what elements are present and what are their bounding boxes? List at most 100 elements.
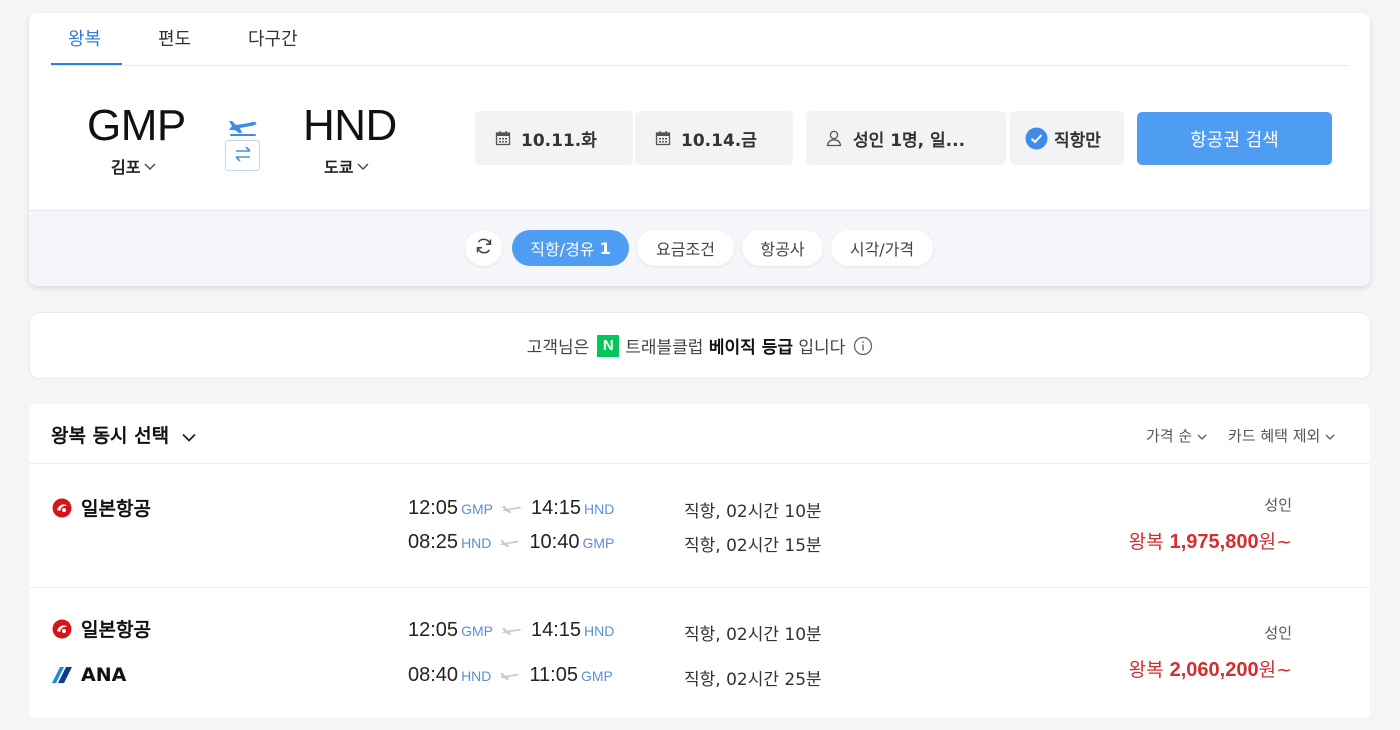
- card-benefit-label: 카드 혜택 제외: [1228, 427, 1321, 445]
- flight-arrow-icon: [499, 670, 521, 682]
- flight-arrow-icon: [501, 625, 523, 637]
- filter-direct-stopover[interactable]: 직항/경유 1: [512, 230, 629, 266]
- calendar-icon: [655, 130, 671, 146]
- chevron-down-icon: [144, 156, 156, 175]
- arrival-time: 14:15: [530, 619, 582, 641]
- outbound-leg: 12:05 GMP 14:15 HND: [408, 619, 614, 642]
- passenger-type: 성인: [1264, 624, 1292, 642]
- results-header: 왕복 동시 선택 가격 순 카드 혜택 제외: [29, 404, 1370, 464]
- airline-name: 일본항공: [81, 619, 151, 641]
- direct-only-label: 직항만: [1054, 130, 1101, 151]
- departure-airport: GMP: [461, 501, 493, 517]
- return-date-field[interactable]: 10.14.금: [635, 111, 793, 165]
- filter-direct-stopover-label: 직항/경유: [530, 240, 595, 259]
- direct-only-toggle[interactable]: 직항만: [1010, 111, 1124, 165]
- reset-filters-button[interactable]: [465, 230, 502, 266]
- price-amount: 1,975,800: [1169, 531, 1259, 553]
- departure-time: 12:05: [408, 497, 459, 519]
- results-title: 왕복 동시 선택: [51, 425, 170, 447]
- swap-icon: [232, 145, 254, 167]
- jal-logo-icon: [52, 498, 72, 518]
- return-duration: 직항, 02시간 25분: [684, 670, 822, 690]
- passenger-field[interactable]: 성인 1명, 일...: [806, 111, 1006, 165]
- return-duration: 직항, 02시간 15분: [684, 536, 822, 556]
- jal-logo-icon: [52, 619, 72, 639]
- round-trip-price[interactable]: 왕복 2,060,200원~: [1129, 655, 1292, 682]
- round-trip-price[interactable]: 왕복 1,975,800원~: [1129, 527, 1292, 554]
- return-leg: 08:25 HND 10:40 GMP: [408, 531, 614, 554]
- flight-search-panel: 왕복 편도 다구간 GMP 김포 HND 도쿄 10.11.화 10.14.금 …: [29, 13, 1370, 286]
- selection-mode-dropdown[interactable]: 왕복 동시 선택: [51, 421, 196, 448]
- flight-result-row[interactable]: 일본항공 12:05 GMP 14:15 HND 08:25 HND 10:40…: [29, 464, 1370, 588]
- filter-airline[interactable]: 항공사: [742, 230, 823, 266]
- destination-city-select[interactable]: 도쿄: [324, 154, 369, 178]
- flight-arrow-icon: [501, 503, 523, 515]
- flight-arrow-icon: [499, 537, 521, 549]
- search-flights-button[interactable]: 항공권 검색: [1137, 112, 1332, 165]
- airline-name-row: 일본항공: [52, 615, 151, 642]
- flight-result-row[interactable]: 일본항공 ANA 12:05 GMP 14:15 HND 08:40 HND 1…: [29, 588, 1370, 718]
- price-prefix: 왕복: [1128, 659, 1164, 681]
- filter-bar: 직항/경유 1 요금조건 항공사 시각/가격: [29, 210, 1370, 286]
- arrival-time: 11:05: [529, 664, 578, 686]
- arrival-time: 10:40: [529, 531, 580, 553]
- sort-dropdown[interactable]: 가격 순: [1146, 425, 1207, 446]
- destination-airport-code[interactable]: HND: [303, 101, 397, 151]
- depart-date: 10.11.화: [521, 130, 597, 151]
- departure-airport: HND: [461, 668, 492, 684]
- check-circle-icon: [1025, 127, 1048, 150]
- passenger-type: 성인: [1264, 496, 1292, 514]
- price-amount: 2,060,200: [1169, 659, 1259, 681]
- info-icon[interactable]: [853, 336, 873, 356]
- flight-results-panel: 왕복 동시 선택 가격 순 카드 혜택 제외 일본항공 12:05 GMP 14…: [29, 404, 1370, 718]
- arrival-airport: HND: [584, 623, 615, 639]
- arrival-airport: GMP: [580, 668, 613, 684]
- filter-count-badge: 1: [599, 238, 611, 258]
- origin-city-label: 김포: [111, 158, 141, 177]
- outbound-duration: 직항, 02시간 10분: [684, 625, 822, 645]
- swap-route-button[interactable]: [225, 140, 260, 171]
- departure-airport: HND: [461, 535, 492, 551]
- grade-prefix: 고객님은: [526, 338, 590, 358]
- outbound-leg: 12:05 GMP 14:15 HND: [408, 497, 614, 520]
- chevron-down-icon: [182, 425, 196, 447]
- origin-airport-code[interactable]: GMP: [87, 101, 186, 151]
- departure-time: 08:25: [408, 531, 459, 553]
- passenger-summary: 성인 1명, 일...: [853, 130, 966, 151]
- depart-date-field[interactable]: 10.11.화: [475, 111, 633, 165]
- filter-fare-conditions[interactable]: 요금조건: [637, 230, 734, 266]
- destination-city-label: 도쿄: [324, 158, 354, 177]
- calendar-icon: [495, 130, 511, 146]
- grade-suffix: 입니다: [798, 338, 846, 358]
- departure-time: 08:40: [408, 664, 459, 686]
- origin-city-select[interactable]: 김포: [111, 154, 156, 178]
- membership-grade-banner: 고객님은 N 트래블클럽 베이직 등급 입니다: [29, 312, 1371, 379]
- person-icon: [825, 129, 843, 147]
- price-suffix: 원~: [1258, 659, 1292, 681]
- tab-multi-city[interactable]: 다구간: [248, 25, 298, 51]
- airplane-icon: [227, 115, 259, 141]
- airline-name-row: 일본항공: [52, 494, 151, 521]
- return-date: 10.14.금: [681, 130, 757, 151]
- card-benefit-dropdown[interactable]: 카드 혜택 제외: [1228, 425, 1335, 446]
- airline-name-row: ANA: [52, 664, 126, 686]
- price-prefix: 왕복: [1128, 531, 1164, 553]
- chevron-down-icon: [1325, 427, 1335, 445]
- arrival-airport: HND: [584, 501, 615, 517]
- sort-label: 가격 순: [1146, 427, 1193, 445]
- airline-name: ANA: [81, 664, 127, 686]
- arrival-airport: GMP: [582, 535, 615, 551]
- naver-n-logo: N: [597, 334, 620, 357]
- price-suffix: 원~: [1258, 531, 1292, 553]
- filter-time-price[interactable]: 시각/가격: [831, 230, 933, 266]
- trip-type-tabs: 왕복 편도 다구간: [51, 13, 1348, 66]
- departure-time: 12:05: [408, 619, 459, 641]
- tab-one-way[interactable]: 편도: [158, 25, 191, 51]
- refresh-icon: [474, 236, 494, 260]
- return-leg: 08:40 HND 11:05 GMP: [408, 664, 613, 687]
- tab-round-trip[interactable]: 왕복: [68, 25, 101, 51]
- chevron-down-icon: [357, 156, 369, 175]
- ana-logo-icon: [52, 667, 72, 683]
- active-tab-indicator: [51, 63, 122, 65]
- airline-name: 일본항공: [81, 498, 151, 520]
